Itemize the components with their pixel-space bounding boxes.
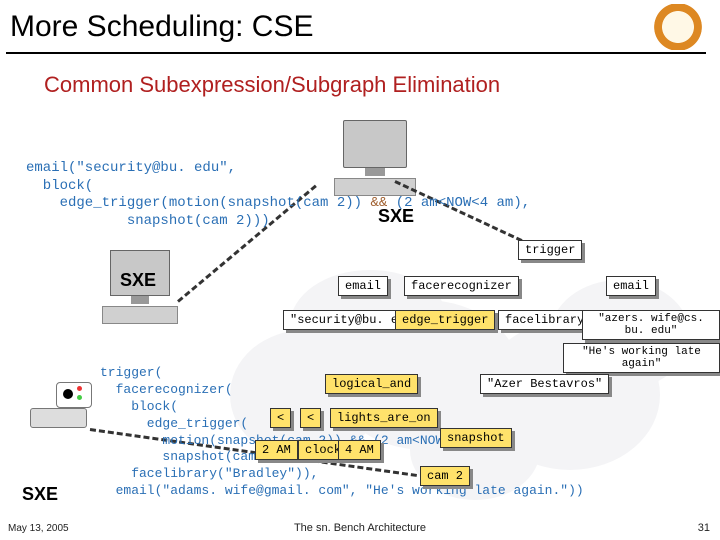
node-trigger: trigger xyxy=(518,240,582,260)
subtitle: Common Subexpression/Subgraph Eliminatio… xyxy=(44,72,500,98)
code-line: snapshot(cam 2))) xyxy=(26,213,270,229)
footer-page-number: 31 xyxy=(698,522,710,534)
node-late-again: "He's working late again" xyxy=(563,343,720,373)
sxe-label-left: SXE xyxy=(120,270,156,291)
code-line: edge_trigger(motion(snapshot(cam 2)) && … xyxy=(26,195,530,211)
code-line: edge_trigger( xyxy=(100,416,248,431)
node-lights: lights_are_on xyxy=(330,408,438,428)
node-snapshot: snapshot xyxy=(440,428,512,448)
node-cam2: cam 2 xyxy=(420,466,470,486)
node-4am: 4 AM xyxy=(338,440,381,460)
code-line: facelibrary("Bradley")), xyxy=(100,466,318,481)
code-line: email("security@bu. edu", xyxy=(26,160,236,176)
node-wife-addr: "azers. wife@cs. bu. edu" xyxy=(582,310,720,340)
node-lt-left: < xyxy=(270,408,291,428)
code-line: trigger( xyxy=(100,365,162,380)
code-line: block( xyxy=(100,399,178,414)
node-logical-and: logical_and xyxy=(325,374,418,394)
footer-center: The sn. Bench Architecture xyxy=(0,522,720,534)
node-email-right: email xyxy=(606,276,656,296)
node-facelibrary: facelibrary xyxy=(498,310,591,330)
code-block-top: email("security@bu. edu", block( edge_tr… xyxy=(26,160,530,230)
node-facerecognizer: facerecognizer xyxy=(404,276,519,296)
node-edge-trigger: edge_trigger xyxy=(395,310,495,330)
code-line: block( xyxy=(26,178,93,194)
node-azer: "Azer Bestavros" xyxy=(480,374,609,394)
sxe-label-top: SXE xyxy=(378,206,414,227)
code-line: facerecognizer( xyxy=(100,382,233,397)
page-title: More Scheduling: CSE xyxy=(10,10,314,44)
node-lt-right: < xyxy=(300,408,321,428)
sxe-label-bottom: SXE xyxy=(22,484,58,505)
logo-seal xyxy=(646,4,710,50)
code-line: email("adams. wife@gmail. com", "He's wo… xyxy=(100,483,584,498)
camera-graphic xyxy=(30,400,92,428)
computer-left-graphic xyxy=(95,250,185,340)
title-rule xyxy=(6,52,706,54)
node-email-left: email xyxy=(338,276,388,296)
node-2am: 2 AM xyxy=(255,440,298,460)
